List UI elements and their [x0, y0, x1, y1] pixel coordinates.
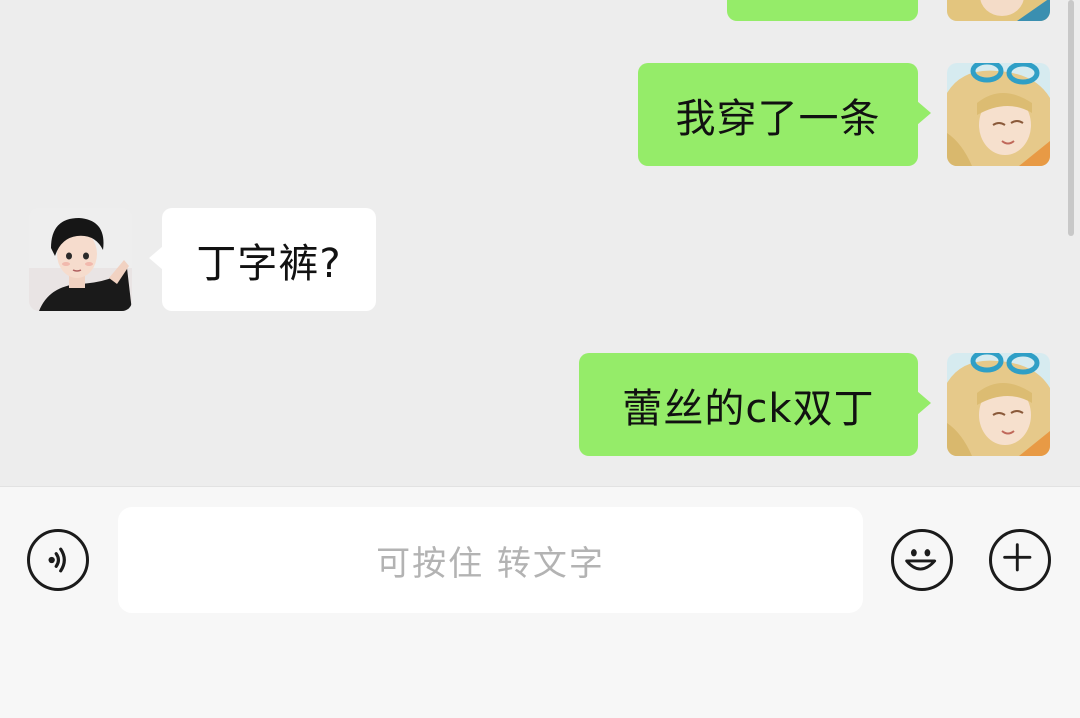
my-avatar[interactable]: [947, 0, 1050, 21]
voice-button[interactable]: [27, 529, 89, 591]
my-avatar-image: [947, 0, 1050, 21]
message-bubble-outgoing[interactable]: 我穿了一条: [638, 63, 931, 166]
contact-avatar-image: [29, 208, 132, 311]
message-input[interactable]: 可按住 转文字: [118, 507, 863, 613]
message-text: 我穿了一条: [675, 95, 881, 142]
message-text: 蕾丝的ck双丁: [622, 385, 875, 432]
contact-avatar[interactable]: [29, 208, 132, 311]
message-text: 丁字裤?: [196, 240, 342, 287]
input-placeholder: 可按住 转文字: [376, 543, 605, 584]
my-avatar-image: [947, 353, 1050, 456]
message-bubble-outgoing[interactable]: 蕾丝的ck双丁: [579, 353, 931, 456]
my-avatar[interactable]: [947, 353, 1050, 456]
plus-icon: [1003, 543, 1032, 572]
emoji-button[interactable]: [891, 529, 953, 591]
chat-scrollbar[interactable]: [1068, 0, 1074, 236]
voice-icon: [48, 547, 66, 573]
emoji-icon: [905, 549, 937, 571]
add-button[interactable]: [989, 529, 1051, 591]
my-avatar-image: [947, 63, 1050, 166]
message-bubble-incoming[interactable]: 丁字裤?: [149, 208, 376, 311]
input-bar: 可按住 转文字: [0, 486, 1080, 718]
chat-message-area[interactable]: 我穿了一条 丁字裤? 蕾丝的ck双丁: [0, 0, 1080, 486]
my-avatar[interactable]: [947, 63, 1050, 166]
message-bubble-outgoing[interactable]: [727, 0, 918, 21]
